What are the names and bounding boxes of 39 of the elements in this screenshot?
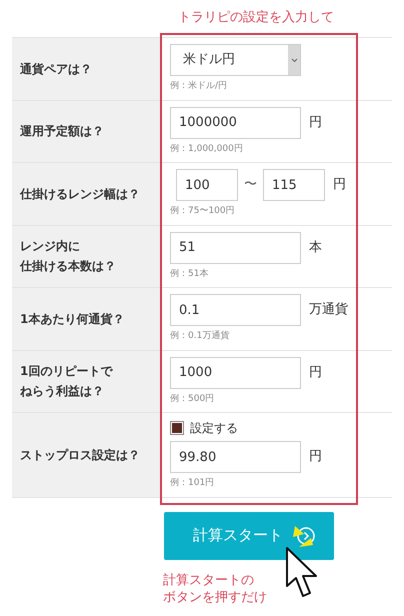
row-label-text: ねらう利益は？: [20, 383, 104, 400]
row-label-text: 運用予定額は？: [20, 123, 104, 140]
row-label-text: 1回のリピートで: [20, 363, 112, 380]
hint-text: 例：51本: [170, 268, 210, 280]
hint-text: 例：1,000,000円: [170, 142, 244, 156]
unit-label: 円: [309, 114, 322, 132]
row-label-text: 通貨ペアは？: [20, 60, 92, 78]
checkbox[interactable]: [170, 421, 184, 435]
currency-select[interactable]: 米ドル円: [170, 44, 301, 76]
row-label-text: 仕掛けるレンジ幅は？: [20, 186, 140, 203]
annotation-text: 計算スタートの: [163, 572, 254, 588]
input-field[interactable]: 1000: [170, 356, 301, 388]
hint-text: 例：500円: [170, 392, 216, 406]
hint-text: 例：101円: [170, 477, 216, 490]
row-label-text: ストップロス設定は？: [20, 446, 140, 464]
unit-label: 円: [309, 448, 322, 466]
input-field[interactable]: 115: [263, 169, 325, 201]
unit-label: 円: [333, 176, 346, 194]
unit-label: 本: [309, 238, 322, 257]
chevron-circle-icon: [297, 526, 315, 544]
row-label-text: 1本あたり何通貨？: [20, 310, 124, 328]
input-field[interactable]: 1000000: [170, 106, 301, 138]
hint-text: 例：0.1万通貨: [170, 330, 230, 343]
row-label-text: レンジ内に: [20, 238, 80, 256]
checkbox-label: 設定する: [190, 420, 238, 437]
input-field[interactable]: 51: [170, 232, 301, 264]
range-separator: 〜: [244, 176, 257, 194]
row-label-text: 仕掛ける本数は？: [20, 258, 116, 276]
spark-marks-drawing: [291, 526, 313, 548]
annotation-text: ボタンを押すだけ: [163, 588, 267, 606]
annotation-text: トラリピの設定を入力して: [177, 9, 335, 27]
input-field[interactable]: 0.1: [170, 294, 301, 326]
unit-label: 万通貨: [309, 301, 348, 320]
input-field[interactable]: 100: [176, 169, 238, 201]
chevron-down-icon: [290, 58, 298, 62]
unit-label: 円: [309, 364, 322, 382]
hint-text: 例：米ドル/円: [170, 80, 228, 93]
input-field[interactable]: 99.80: [170, 441, 301, 473]
hint-text: 例：75〜100円: [170, 205, 236, 218]
